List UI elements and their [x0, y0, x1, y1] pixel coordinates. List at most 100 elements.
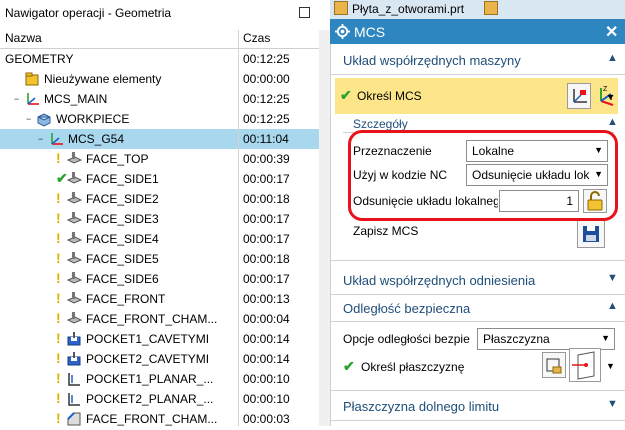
navigator-row[interactable]: ! FACE_SIDE4 00:00:17 [0, 229, 320, 249]
navigator-close-checkbox[interactable] [299, 7, 310, 18]
column-divider [238, 30, 239, 426]
navigator-row[interactable]: − WORKPIECE 00:12:25 [0, 109, 320, 129]
cavity-mill-icon [66, 351, 82, 367]
face-mill-icon [66, 311, 83, 327]
navigator-title: Nawigator operacji - Geometria [5, 6, 172, 20]
section-clearance[interactable]: Odległość bezpieczna ▲ [331, 296, 625, 320]
warning-icon: ! [56, 390, 61, 406]
navigator-row[interactable]: ! FACE_SIDE2 00:00:18 [0, 189, 320, 209]
plane-icon [572, 351, 595, 380]
navigator-row[interactable]: ! FACE_FRONT_CHAM... 00:00:04 [0, 309, 320, 329]
face-mill-icon [66, 251, 83, 267]
close-icon[interactable]: ✕ [605, 22, 618, 42]
face-mill-icon [66, 191, 83, 207]
face-mill-icon [66, 291, 83, 307]
section-label: Szczegóły [353, 117, 408, 131]
collapse-toggle-icon[interactable]: − [14, 94, 19, 104]
row-name: Nieużywane elementy [44, 72, 162, 86]
row-time: 00:00:03 [243, 412, 290, 426]
navigator-row[interactable]: ! POCKET1_PLANAR_... 00:00:10 [0, 369, 320, 389]
section-reference-cs[interactable]: Układ współrzędnych odniesienia ▼ [331, 268, 625, 292]
row-time: 00:12:25 [243, 52, 290, 66]
row-time: 00:00:10 [243, 372, 290, 386]
divider [331, 321, 625, 322]
row-time: 00:00:14 [243, 332, 290, 346]
warning-icon: ! [56, 150, 61, 166]
warning-icon: ! [56, 270, 61, 286]
collapse-toggle-icon[interactable]: − [26, 114, 31, 124]
navigator-row[interactable]: ! POCKET1_CAVETYMI 00:00:14 [0, 329, 320, 349]
warning-icon: ! [56, 190, 61, 206]
row-name: FACE_SIDE5 [86, 252, 159, 266]
column-name-header[interactable]: Nazwa [5, 31, 42, 45]
row-name: POCKET2_PLANAR_... [86, 392, 214, 406]
row-time: 00:12:25 [243, 112, 290, 126]
specify-plane-label: Określ płaszczyznę [361, 360, 465, 374]
warning-icon: ! [56, 350, 61, 366]
tab-sim08[interactable]: sim08_mill_5ax_cam_s [484, 0, 625, 35]
section-label: Odległość bezpieczna [343, 301, 471, 316]
row-name: POCKET2_CAVETYMI [86, 352, 210, 366]
navigator-row[interactable]: ! FACE_SIDE5 00:00:18 [0, 249, 320, 269]
navigator-row[interactable]: ! FACE_SIDE3 00:00:17 [0, 209, 320, 229]
plane-type-button[interactable] [569, 348, 601, 382]
navigator-row[interactable]: ! POCKET2_PLANAR_... 00:00:10 [0, 389, 320, 409]
row-time: 00:00:13 [243, 292, 290, 306]
row-name: FACE_FRONT [86, 292, 166, 306]
plane-dialog-icon [546, 358, 562, 374]
row-time: 00:00:18 [243, 252, 290, 266]
navigator-row[interactable]: ! FACE_TOP 00:00:39 [0, 149, 320, 169]
part-file-icon [334, 1, 348, 15]
navigator-row[interactable]: Nieużywane elementy 00:00:00 [0, 69, 320, 89]
annotation-highlight-ring [348, 130, 618, 221]
row-time: 00:00:17 [243, 272, 290, 286]
column-time-header[interactable]: Czas [243, 31, 270, 45]
plane-dialog-button[interactable] [542, 352, 566, 378]
collapse-toggle-icon[interactable]: − [38, 134, 43, 144]
divider [331, 390, 625, 391]
navigator-row[interactable]: ! FACE_FRONT 00:00:13 [0, 289, 320, 309]
dropdown-arrow-icon: ▼ [601, 333, 610, 343]
warning-icon: ! [56, 410, 61, 426]
divider [331, 260, 625, 261]
folder-icon [24, 71, 40, 87]
clearance-options-value: Płaszczyzna [483, 332, 550, 346]
row-name: FACE_SIDE6 [86, 272, 159, 286]
row-time: 00:00:18 [243, 192, 290, 206]
navigator-row[interactable]: ✔ FACE_SIDE1 00:00:17 [0, 169, 320, 189]
navigator-row[interactable]: ! FACE_SIDE6 00:00:17 [0, 269, 320, 289]
specify-mcs-row[interactable]: ✔ Określ MCS Z Y [335, 78, 618, 114]
save-mcs-button[interactable] [577, 220, 605, 248]
chamfer-icon [66, 411, 82, 427]
navigator-row[interactable]: ! FACE_FRONT_CHAM... 00:00:03 [0, 409, 320, 429]
warning-icon: ! [56, 310, 61, 326]
navigator-scrollbar[interactable] [319, 30, 330, 426]
part-file-icon [484, 1, 498, 15]
face-mill-icon [66, 171, 83, 187]
section-label: Układ współrzędnych maszyny [343, 53, 521, 68]
navigator-row[interactable]: ! POCKET2_CAVETYMI 00:00:14 [0, 349, 320, 369]
csys-dialog-button[interactable] [567, 83, 591, 109]
navigator-row[interactable]: GEOMETRY 00:12:25 [0, 49, 320, 69]
check-icon: ✔ [56, 170, 68, 186]
tab-plyta[interactable]: Płyta_z_otworami.prt [334, 0, 464, 19]
row-name: FACE_SIDE2 [86, 192, 159, 206]
warning-icon: ! [56, 210, 61, 226]
mcs-axes-icon [48, 131, 64, 147]
check-icon: ✔ [340, 87, 352, 103]
section-lower-limit[interactable]: Płaszczyzna dolnego limitu ▼ [331, 394, 625, 418]
divider [331, 420, 625, 421]
save-mcs-label: Zapisz MCS [353, 224, 419, 238]
row-time: 00:00:39 [243, 152, 290, 166]
navigator-row[interactable]: − MCS_MAIN 00:12:25 [0, 89, 320, 109]
navigator-row[interactable]: − MCS_G54 00:11:04 [0, 129, 320, 149]
section-machine-cs[interactable]: Układ współrzędnych maszyny ▲ [331, 48, 625, 72]
row-time: 00:00:10 [243, 392, 290, 406]
planar-mill-icon [66, 371, 82, 387]
document-tabs: Płyta_z_otworami.prt sim08_mill_5ax_cam_… [330, 0, 625, 35]
clearance-options-select[interactable]: Płaszczyzna ▼ [477, 328, 615, 350]
row-time: 00:00:17 [243, 232, 290, 246]
dialog-scrollbar[interactable] [612, 44, 625, 426]
face-mill-icon [66, 231, 83, 247]
row-name: FACE_TOP [86, 152, 149, 166]
